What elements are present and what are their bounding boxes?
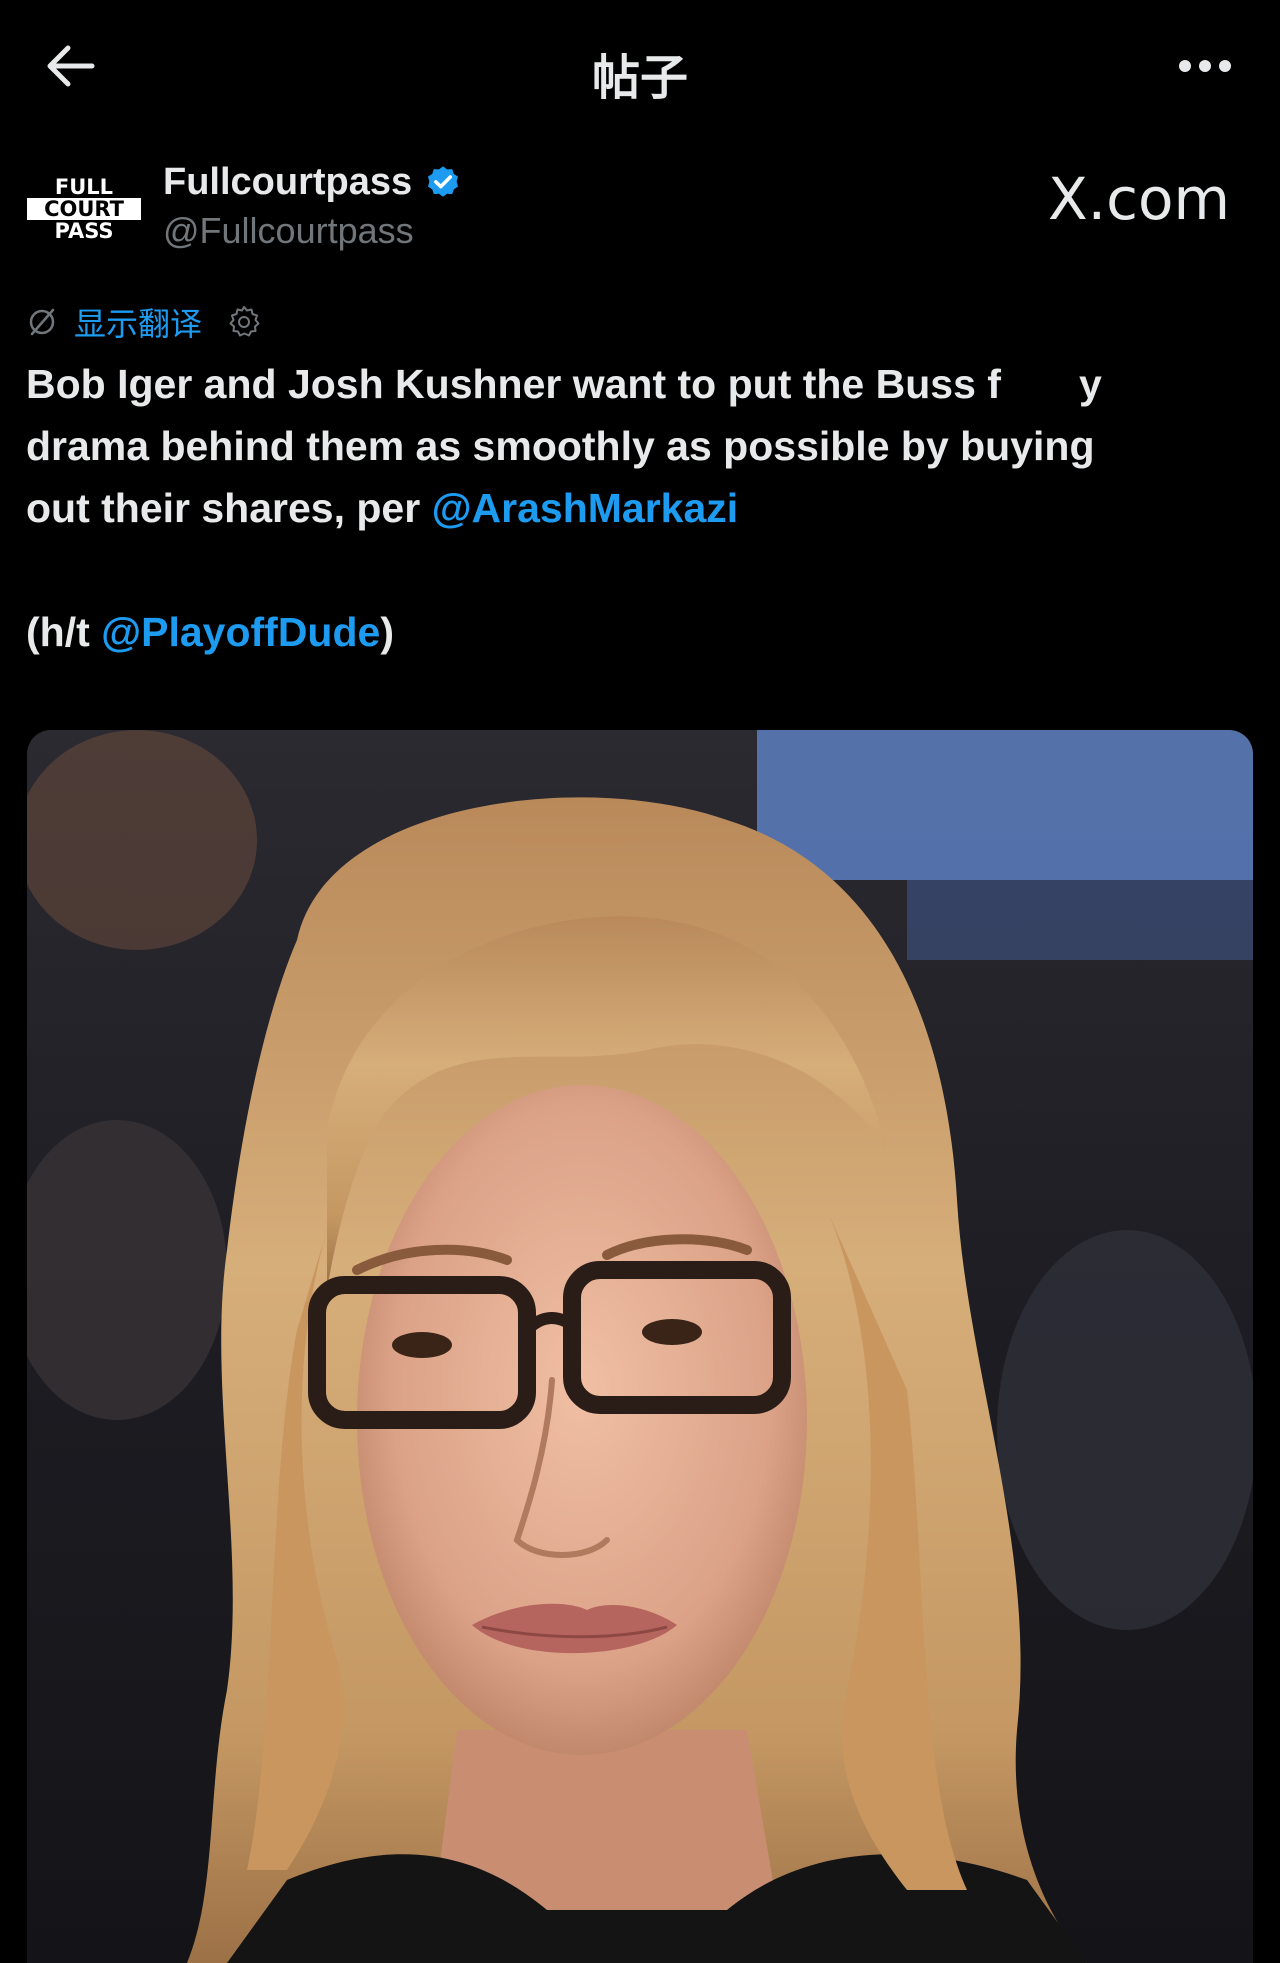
author-name-row[interactable]: Fullcourtpass xyxy=(163,161,462,204)
author-handle[interactable]: @Fullcourtpass xyxy=(163,210,414,252)
post-text-line-3-main: out their shares, per xyxy=(26,485,432,531)
post-text-line-4-suffix: ) xyxy=(380,609,394,655)
author-row: FULL COURT PASS Fullcourtpass @Fullcourt… xyxy=(0,155,1280,265)
mention-link-playoffdude[interactable]: @PlayoffDude xyxy=(101,609,380,655)
top-nav-bar: 帖子 xyxy=(0,0,1280,130)
gear-icon[interactable] xyxy=(226,304,262,340)
verified-badge-icon xyxy=(428,165,459,197)
post-text-line-4: (h/t @PlayoffDude) xyxy=(26,601,1256,663)
avatar-logo-line3: PASS xyxy=(54,219,114,243)
show-translation-link[interactable]: 显示翻译 xyxy=(74,299,202,345)
avatar-logo-line2: COURT xyxy=(27,198,141,220)
post-text-line-3: out their shares, per @ArashMarkazi xyxy=(26,477,1256,539)
author-name[interactable]: Fullcourtpass xyxy=(163,161,412,204)
more-horizontal-icon xyxy=(1179,60,1231,72)
post-text-line-1-tail: y xyxy=(1078,361,1102,407)
post-text: Bob Iger and Josh Kushner want to put th… xyxy=(26,353,1256,663)
x-com-watermark: X.com xyxy=(1047,165,1230,233)
post-text-line-1: Bob Iger and Josh Kushner want to put th… xyxy=(26,353,1256,415)
mention-link-arashmarkazi[interactable]: @ArashMarkazi xyxy=(432,485,739,531)
page-title: 帖子 xyxy=(591,52,688,105)
post-media-image[interactable] xyxy=(27,730,1253,1963)
translate-row: 显示翻译 xyxy=(26,297,262,347)
post-text-line-1-main: Bob Iger and Josh Kushner want to put th… xyxy=(26,361,1001,407)
post-text-line-2: drama behind them as smoothly as possibl… xyxy=(26,423,1095,469)
portrait-photo xyxy=(27,730,1253,1963)
avatar-logo-line1: FULL xyxy=(54,175,114,199)
more-options-button[interactable] xyxy=(1170,36,1240,96)
translate-off-icon xyxy=(29,308,55,336)
post-text-line-4-prefix: (h/t xyxy=(26,609,102,655)
avatar[interactable]: FULL COURT PASS xyxy=(26,173,142,245)
